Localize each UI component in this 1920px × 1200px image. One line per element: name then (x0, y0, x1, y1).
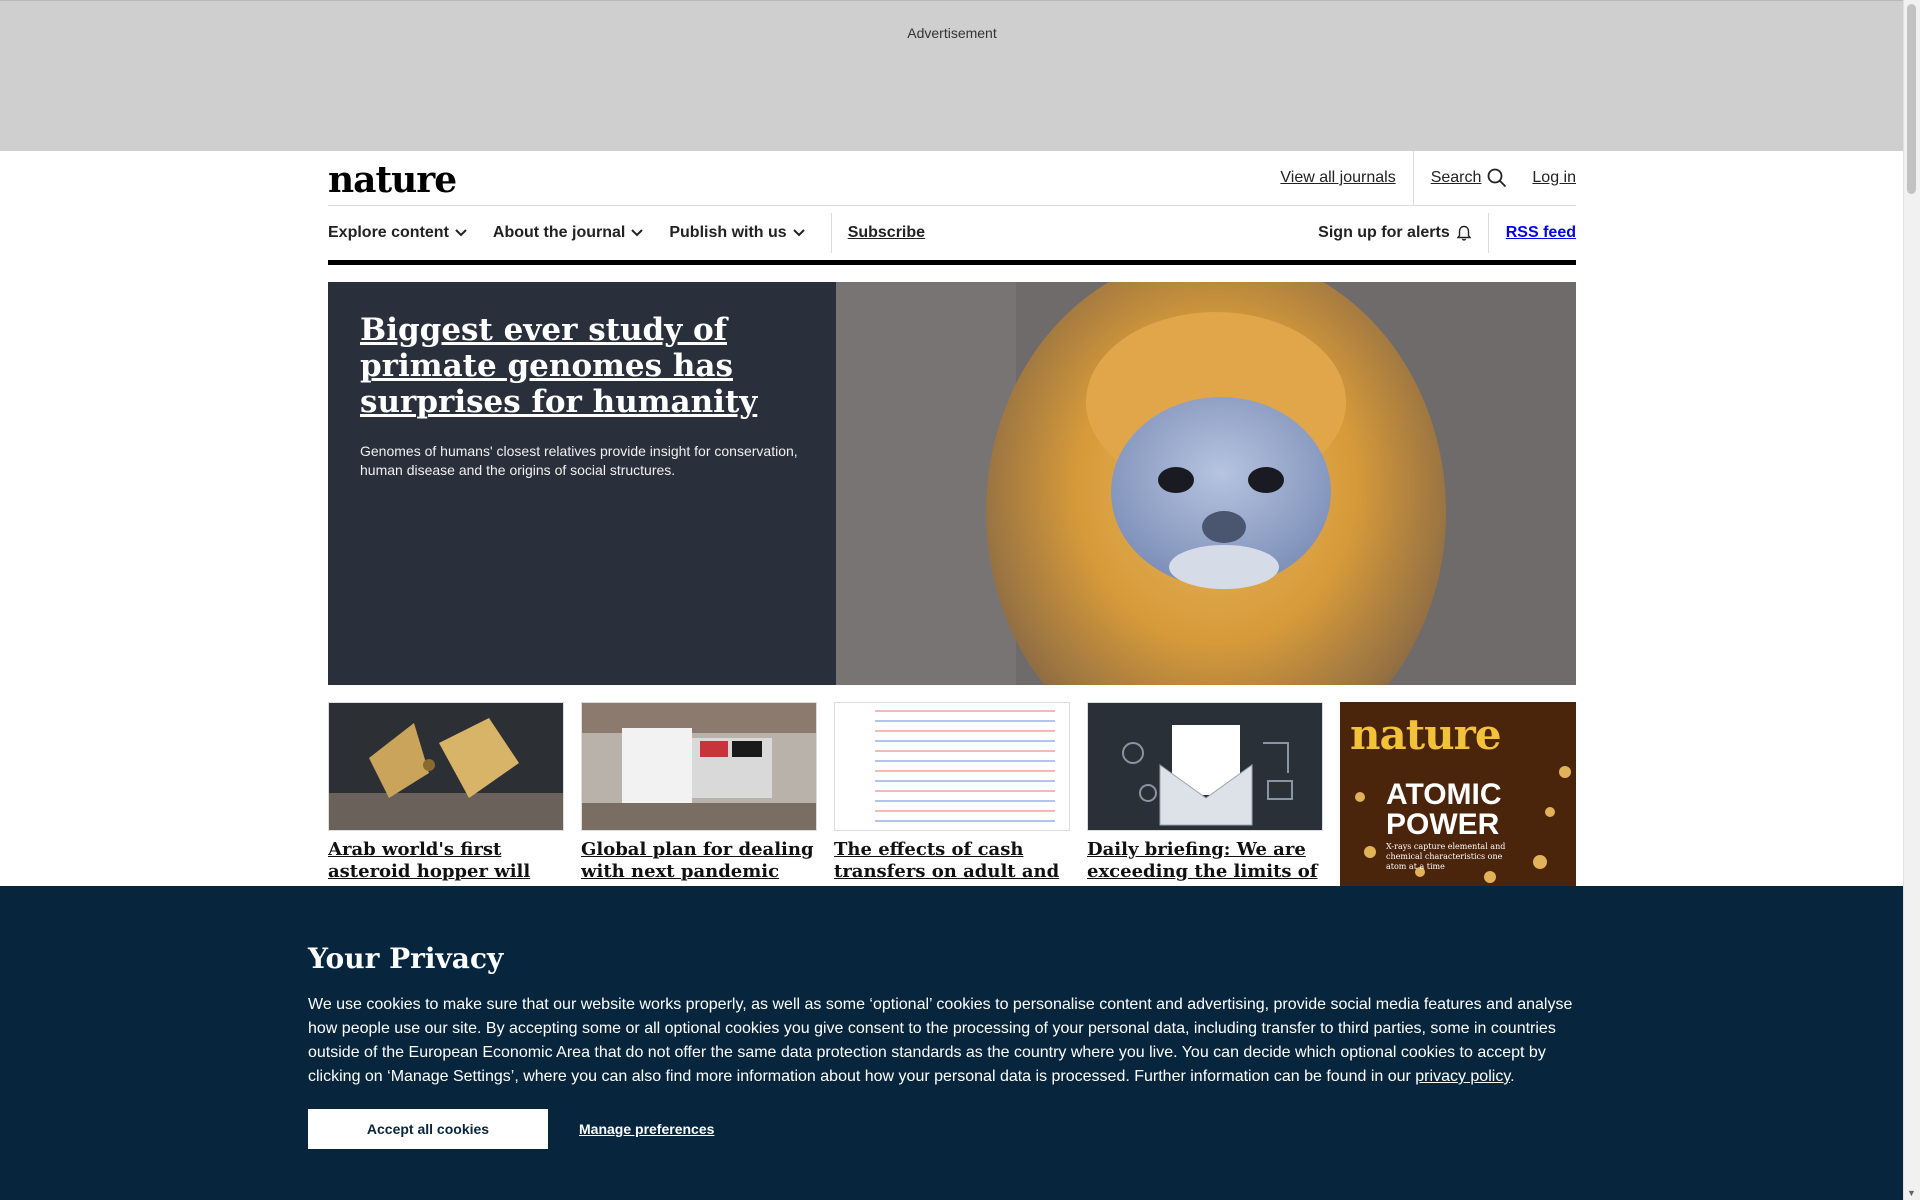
rss-feed-link[interactable]: RSS feed (1506, 224, 1576, 242)
hero-image-monkey[interactable] (836, 282, 1576, 685)
journal-cover-image: nature ATOMIC POWER X-rays capture eleme… (1340, 702, 1576, 892)
golden-monkey-image (836, 282, 1576, 685)
search-icon (1488, 168, 1507, 188)
article-card[interactable]: Daily briefing: We are exceeding the lim… (1087, 702, 1323, 892)
nav-label: Explore content (328, 224, 449, 241)
nav-publish-with-us[interactable]: Publish with us (669, 224, 805, 242)
cover-headline-1: ATOMIC (1386, 778, 1502, 811)
search-button[interactable]: Search (1431, 168, 1508, 188)
nature-logo[interactable]: nature (328, 159, 457, 201)
nav-explore-content[interactable]: Explore content (328, 224, 467, 242)
article-card[interactable]: Global plan for dealing with next pandem… (581, 702, 817, 892)
bell-icon (1456, 225, 1472, 241)
journal-cover-card[interactable]: nature ATOMIC POWER X-rays capture eleme… (1340, 702, 1576, 892)
card-title[interactable]: The effects of cash transfers on adult a… (834, 839, 1070, 883)
subscribe-link[interactable]: Subscribe (848, 224, 925, 242)
card-title[interactable]: Daily briefing: We are exceeding the lim… (1087, 839, 1323, 883)
card-thumbnail-pandemic-plan (581, 702, 817, 831)
hero-text-panel: Biggest ever study of primate genomes ha… (328, 282, 836, 685)
accept-all-cookies-button[interactable]: Accept all cookies (308, 1109, 548, 1149)
nav-label: About the journal (492, 224, 626, 241)
page: Advertisement nature View all journals S… (0, 0, 1904, 892)
article-cards: Arab world's first asteroid hopper will … (328, 702, 1576, 892)
chevron-down-icon (631, 229, 644, 237)
scrollbar-thumb[interactable] (1907, 4, 1916, 194)
manage-preferences-link[interactable]: Manage preferences (579, 1121, 714, 1137)
hero-article: Biggest ever study of primate genomes ha… (328, 282, 1576, 685)
nav-label: Publish with us (669, 224, 787, 241)
chevron-down-icon (455, 229, 467, 237)
cover-headline-2: POWER (1386, 808, 1500, 841)
nav-about-journal[interactable]: About the journal (492, 224, 644, 242)
hero-summary: Genomes of humans' closest relatives pro… (360, 443, 798, 478)
cover-masthead: nature (1350, 710, 1502, 759)
search-label: Search (1430, 169, 1482, 186)
main-nav: Explore content About the journal Publis… (328, 206, 1576, 265)
page-scrollbar[interactable]: ▲ ▼ (1903, 0, 1920, 1200)
privacy-policy-link[interactable]: privacy policy (1415, 1068, 1510, 1085)
chevron-down-icon (792, 229, 805, 237)
hero-title[interactable]: Biggest ever study of primate genomes ha… (360, 312, 804, 420)
privacy-heading: Your Privacy (308, 942, 504, 975)
sign-up-alerts-button[interactable]: Sign up for alerts (1318, 213, 1489, 253)
card-title[interactable]: Arab world's first asteroid hopper will … (328, 839, 564, 883)
view-all-journals-link[interactable]: View all journals (1280, 169, 1395, 187)
alerts-label: Sign up for alerts (1318, 224, 1450, 241)
card-thumbnail-chart (834, 702, 1070, 831)
privacy-banner: Your Privacy We use cookies to make sure… (0, 886, 1904, 1200)
privacy-body: We use cookies to make sure that our web… (308, 996, 1573, 1085)
card-thumbnail-asteroid-hopper (328, 702, 564, 831)
cover-tagline: X-rays capture elemental and chemical ch… (1386, 842, 1506, 871)
ad-label: Advertisement (907, 25, 997, 41)
card-thumbnail-briefing (1087, 702, 1323, 831)
nav-divider (830, 213, 832, 253)
card-title[interactable]: Global plan for dealing with next pandem… (581, 839, 817, 883)
scroll-down-icon[interactable]: ▼ (1907, 1188, 1916, 1198)
login-link[interactable]: Log in (1532, 169, 1576, 187)
article-card[interactable]: The effects of cash transfers on adult a… (834, 702, 1070, 892)
ad-banner[interactable]: Advertisement (0, 0, 1904, 151)
article-card[interactable]: Arab world's first asteroid hopper will … (328, 702, 564, 892)
header-top: nature View all journals Search Log in (328, 151, 1576, 206)
privacy-body-text: We use cookies to make sure that our web… (308, 996, 1573, 1085)
